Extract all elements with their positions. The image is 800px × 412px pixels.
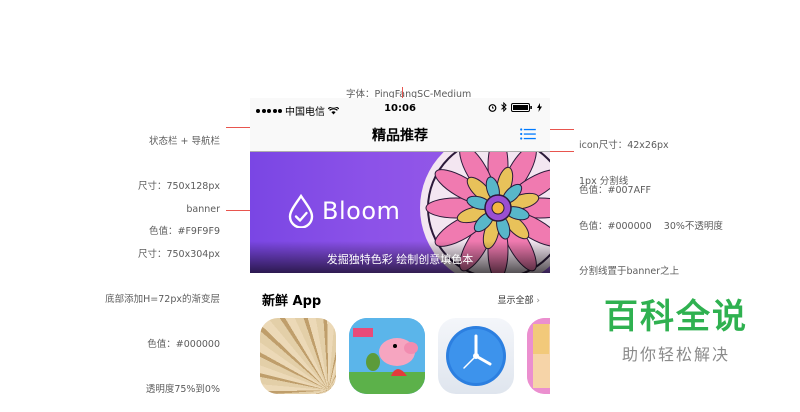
app-icon-clock[interactable] [438,318,514,394]
nav-title: 精品推荐 [372,128,428,144]
app-icon-peppa[interactable] [349,318,425,394]
divider-annotation-line: 分割线置于banner之上 [579,266,680,277]
watermark: 百科全说 助你轻松解决 [576,283,776,371]
chevron-right-icon: › [536,296,540,306]
status-right [488,102,542,112]
bluetooth-icon [501,102,507,112]
app-icon-pink[interactable] [527,318,550,394]
phone-screen: 中国电信 10:06 精品推荐 Bloom 发掘独特色彩 绘制创意填色本 新鲜 … [250,98,550,400]
banner-annotation-line: 底部添加H=72px的渐变层 [105,294,220,305]
banner-annotation: banner 尺寸：750x304px 底部添加H=72px的渐变层 色值：#0… [96,172,220,412]
banner-annotation-line: 尺寸：750x304px [137,249,220,260]
show-all-link[interactable]: 显示全部 › [498,293,541,306]
show-all-label: 显示全部 [497,296,534,306]
paper-fan-icon [260,318,336,394]
app-icon-fan[interactable] [260,318,336,394]
peppa-pig-icon [349,318,425,394]
section-title: 新鲜 App [262,294,322,309]
banner-annotation-line: banner [186,204,220,215]
bloom-brand: Bloom [288,194,400,228]
watermark-subtitle: 助你轻松解决 [621,345,730,364]
charging-icon [537,102,542,112]
list-icon[interactable] [520,128,536,140]
battery-icon [511,102,532,112]
drop-check-icon [288,194,314,228]
banner-brand-name: Bloom [322,197,401,225]
banner[interactable]: Bloom 发掘独特色彩 绘制创意填色本 [250,152,550,273]
alarm-icon [488,103,497,112]
divider-annotation-line: 1px 分割线 [579,176,629,187]
banner-annotation-line: 色值：#000000 [147,339,220,350]
banner-caption: 发掘独特色彩 绘制创意填色本 [326,253,474,266]
status-nav-annotation-line: 状态栏 + 导航栏 [149,136,220,147]
doll-icon [527,318,550,394]
banner-annotation-line: 透明度75%到0% [145,384,220,395]
divider-annotation: 1px 分割线 色值：#000000 30%不透明度 分割线置于banner之上 [579,144,723,294]
clock-icon [446,326,506,386]
watermark-title: 百科全说 [604,297,748,337]
divider-annotation-line: 色值：#000000 30%不透明度 [579,221,723,232]
status-and-nav-bar: 中国电信 10:06 精品推荐 [250,98,550,152]
